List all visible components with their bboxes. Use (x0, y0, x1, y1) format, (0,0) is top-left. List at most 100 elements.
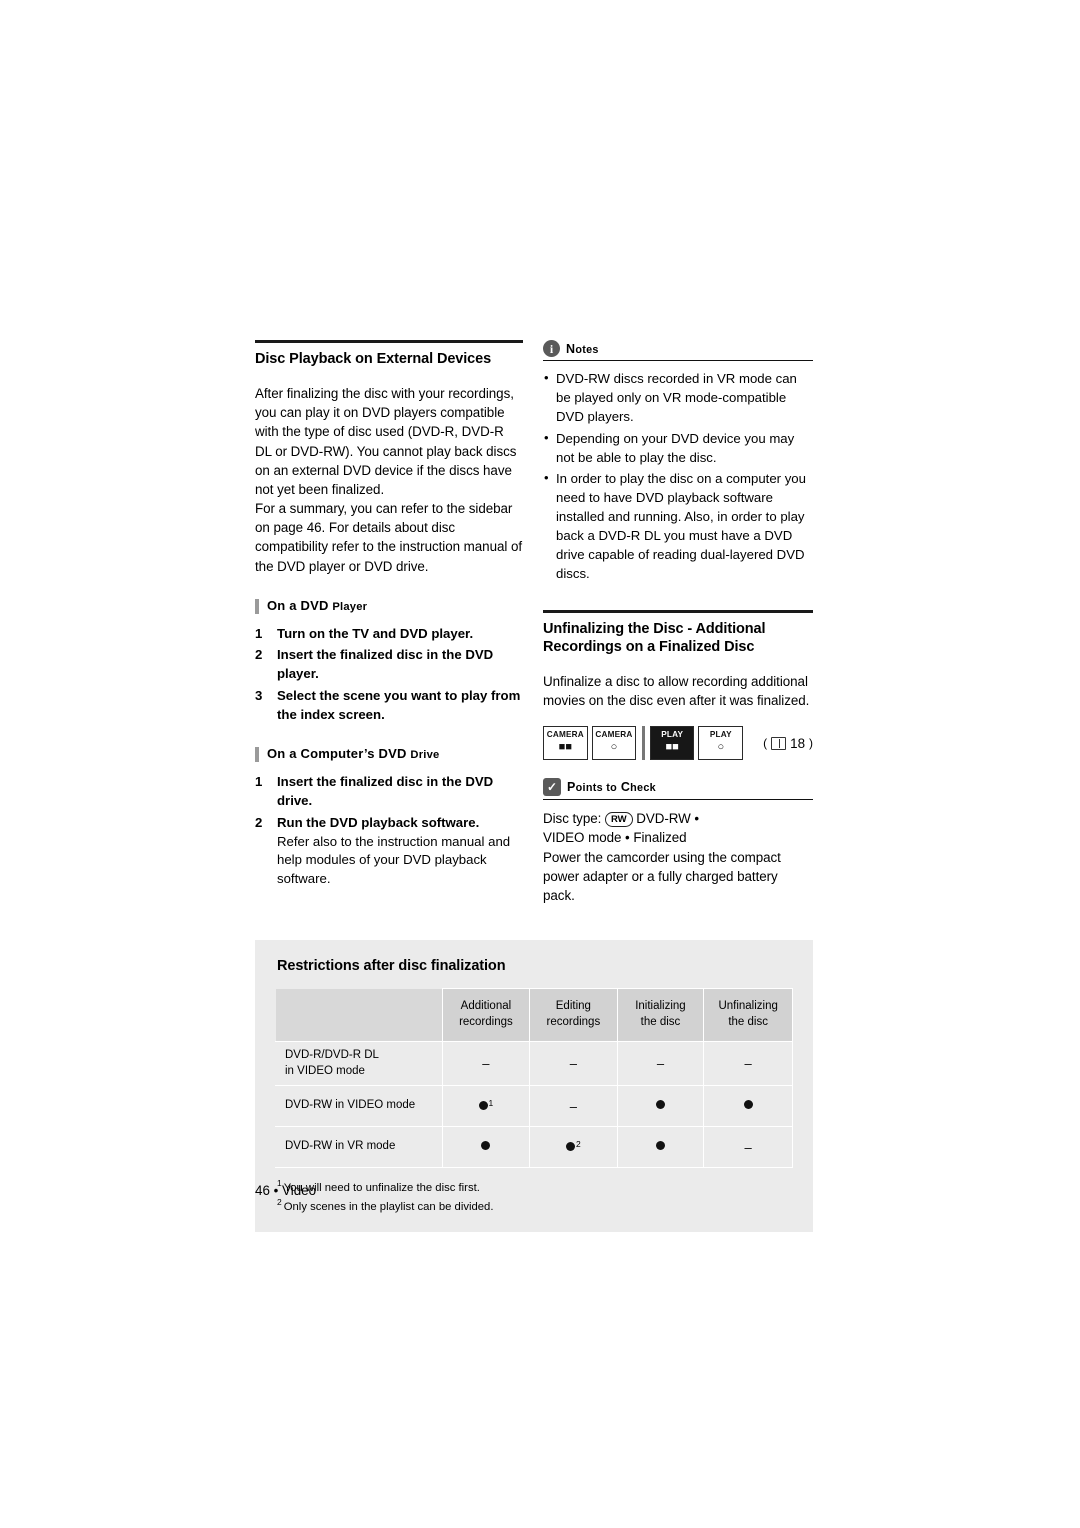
table-cell: – (616, 1040, 705, 1087)
play-photo-mode: PLAY ○ (698, 726, 744, 761)
notes-header: i Notes (543, 340, 813, 361)
info-icon: i (543, 340, 560, 357)
column-header-line1: Initializing (635, 1000, 686, 1013)
disc-type-value: DVD-RW • (636, 811, 700, 827)
subhead-text: On a DVD (267, 597, 329, 613)
dvd-player-steps: 1 Turn on the TV and DVD player. 2 Inser… (255, 625, 523, 725)
row-header-line2: in VIDEO mode (285, 1064, 365, 1077)
disc-type-line: Disc type: RW DVD-RW • (543, 809, 813, 828)
camera-photo-mode: CAMERA ○ (591, 726, 637, 761)
table-cell: – (703, 1126, 793, 1169)
subhead-text-smallcaps: Player (332, 600, 368, 613)
footnote-marker: 2 (575, 1139, 581, 1150)
list-item: 3 Select the scene you want to play from… (255, 687, 523, 724)
column-header-line2: recordings (459, 1016, 513, 1028)
play-movie-mode: PLAY ■■ (649, 726, 695, 761)
table-cell (616, 1085, 705, 1128)
step-number: 1 (255, 774, 263, 790)
rw-disc-icon: RW (604, 811, 633, 827)
table-header-row: Additional recordings Editing recordings… (275, 988, 793, 1042)
table-cell: – (529, 1040, 618, 1087)
row-header: DVD-RW in VR mode (275, 1126, 443, 1169)
column-header: Initializing the disc (616, 988, 705, 1042)
mode-label: PLAY (709, 730, 732, 740)
footnote-marker: 1 (488, 1098, 494, 1109)
table-row: DVD-RW in VR mode 2 – (275, 1126, 793, 1169)
restrictions-panel: Restrictions after disc finalization Add… (255, 940, 813, 1232)
mode-label: PLAY (661, 730, 684, 740)
available-dot-icon (478, 1101, 488, 1111)
page-folio: 46 • Video (255, 1183, 317, 1198)
step-number: 2 (255, 814, 263, 830)
notes-list: DVD-RW discs recorded in VR mode can be … (543, 369, 813, 584)
step-subtext: Refer also to the instruction manual and… (277, 833, 511, 887)
table-cell: – (529, 1085, 618, 1128)
list-item: DVD-RW discs recorded in VR mode can be … (543, 369, 813, 427)
section-rule (255, 340, 523, 343)
step-number: 3 (255, 687, 263, 703)
book-icon (771, 736, 787, 750)
right-column: i Notes DVD-RW discs recorded in VR mode… (543, 340, 813, 905)
step-text: Select the scene you want to play from t… (277, 687, 521, 722)
subhead-on-a-dvd-player: On a DVD Player (255, 597, 523, 614)
list-item: In order to play the disc on a computer … (543, 469, 813, 583)
step-text: Insert the finalized disc in the DVD dri… (277, 774, 494, 809)
available-dot-icon (655, 1099, 665, 1109)
photo-icon: ○ (717, 741, 725, 754)
points-to-check-header: ✓ Points to Check (543, 778, 813, 801)
disc-type-label: Disc type: (543, 811, 602, 827)
available-dot-icon (481, 1140, 491, 1150)
table-cell (441, 1126, 531, 1169)
list-item: Depending on your DVD device you may not… (543, 429, 813, 468)
panel-title: Restrictions after disc finalization (277, 958, 506, 974)
column-header-line1: Editing (555, 1000, 591, 1013)
page-reference-number: 18 (790, 735, 806, 751)
table-cell: 2 (529, 1126, 618, 1169)
disc-mode-line: VIDEO mode • Finalized (543, 830, 687, 846)
page-title: Disc Playback on External Devices (255, 351, 492, 367)
step-number: 1 (255, 625, 263, 641)
column-header-line2: recordings (546, 1016, 601, 1028)
step-text: Insert the finalized disc in the DVD pla… (277, 647, 494, 682)
table-cell: 1 (441, 1085, 531, 1128)
photo-icon: ○ (610, 741, 618, 754)
table-row: DVD-RW in VIDEO mode 1 – (275, 1085, 793, 1128)
table-cell: – (441, 1040, 531, 1087)
points-to-check-label: Points to Check (567, 780, 656, 795)
points-paragraph: Power the camcorder using the compact po… (543, 849, 781, 903)
movie-icon: ■■ (558, 741, 572, 754)
intro-paragraph-1: After finalizing the disc with your reco… (255, 386, 517, 497)
available-dot-icon (743, 1099, 753, 1109)
column-header-line1: Unfinalizing (718, 1000, 778, 1013)
section2-rule (543, 609, 813, 613)
section2-paragraph: Unfinalize a disc to allow recording add… (543, 673, 810, 709)
row-header-line1: DVD-RW in VIDEO mode (285, 1099, 416, 1112)
row-header: DVD-R/DVD-R DL in VIDEO mode (275, 1040, 443, 1087)
subhead-text: On a Computer’s DVD (267, 746, 407, 762)
section2-title: Unfinalizing the Disc - Additional Recor… (543, 620, 813, 656)
column-header: Unfinalizing the disc (703, 988, 793, 1042)
check-badge-icon: ✓ (543, 778, 561, 797)
column-header-line2: the disc (728, 1016, 768, 1028)
mode-divider (642, 726, 645, 761)
column-header: Editing recordings (529, 988, 618, 1042)
list-item: 2 Run the DVD playback software. Refer a… (255, 814, 523, 889)
dvd-drive-steps: 1 Insert the finalized disc in the DVD d… (255, 773, 523, 888)
movie-icon: ■■ (665, 741, 679, 754)
step-number: 2 (255, 647, 263, 663)
subhead-on-a-computers-dvd-drive: On a Computer’s DVD Drive (255, 746, 523, 763)
subhead-text-smallcaps: Drive (410, 749, 440, 762)
step-text: Turn on the TV and DVD player. (277, 625, 474, 641)
table-footnotes: 1 You will need to unfinalize the disc fi… (275, 1177, 793, 1216)
row-header-line1: DVD-R/DVD-R DL (285, 1049, 379, 1061)
camera-movie-mode: CAMERA ■■ (543, 726, 588, 761)
row-header: DVD-RW in VIDEO mode (275, 1085, 443, 1128)
left-column: Disc Playback on External Devices After … (255, 340, 523, 892)
table-cell (616, 1126, 705, 1169)
page-reference: ( 18 ) (763, 735, 814, 751)
mode-label: CAMERA (546, 730, 584, 740)
notes-label: Notes (566, 341, 599, 356)
section2-title-line1: Unfinalizing the Disc - Additional (543, 620, 766, 637)
list-item: 1 Insert the finalized disc in the DVD d… (255, 773, 523, 810)
table-corner-cell (275, 988, 443, 1042)
